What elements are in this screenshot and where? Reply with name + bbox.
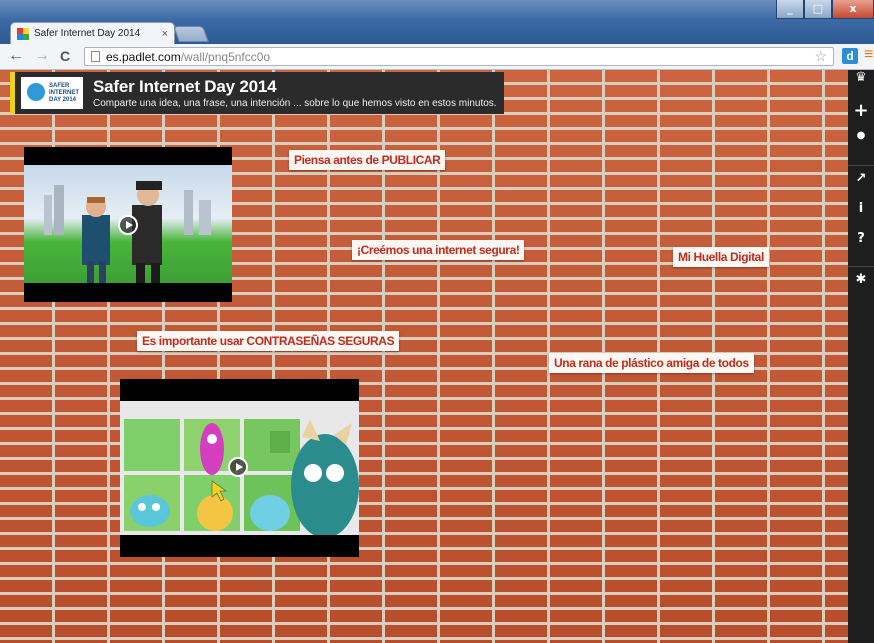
padlet-wall[interactable]: SAFER INTERNET DAY 2014 Safer Internet D… (0, 70, 874, 643)
new-tab-button[interactable] (173, 26, 209, 42)
thumb-logo-text: SAFER INTERNET DAY 2014 (49, 83, 79, 103)
plus-icon[interactable]: + (848, 100, 874, 130)
play-icon[interactable] (118, 215, 138, 235)
address-bar[interactable]: es.padlet.com/wall/pnq5nfcc0o ☆ (84, 47, 834, 66)
bookmark-star-icon[interactable]: ☆ (814, 48, 827, 65)
user-icon[interactable]: ● (848, 130, 874, 160)
browser-tab[interactable]: Safer Internet Day 2014 × (10, 22, 175, 44)
wall-note[interactable]: ¡Creémos una internet segura! (352, 240, 525, 260)
extension-d-icon[interactable]: d (842, 48, 858, 64)
url-host: es.padlet.com (106, 49, 181, 64)
tab-title: Safer Internet Day 2014 (34, 28, 141, 39)
sidebar-divider (848, 266, 874, 267)
info-icon[interactable]: i (848, 201, 874, 231)
wall-note[interactable]: Piensa antes de PUBLICAR (289, 150, 446, 170)
window-controls: _ □ x (776, 0, 874, 20)
window-titlebar: _ □ x Safer Internet Day 2014 × (0, 0, 874, 44)
wall-title: Safer Internet Day 2014 (93, 77, 277, 96)
padlet-sidebar: ♛ + ● ↗ i ? ✱ (848, 70, 874, 643)
back-icon[interactable]: ← (8, 47, 24, 65)
maximize-button[interactable]: □ (804, 0, 832, 19)
wall-thumbnail: SAFER INTERNET DAY 2014 (21, 77, 83, 109)
padlet-favicon-icon (17, 27, 29, 40)
minimize-button[interactable]: _ (776, 0, 804, 19)
play-icon[interactable] (228, 457, 248, 477)
browser-menu-icon[interactable]: ≡ (864, 46, 873, 64)
video-post[interactable] (24, 147, 232, 302)
globe-icon (27, 83, 45, 101)
video-thumbnail (120, 401, 359, 535)
page-icon (91, 51, 100, 62)
wall-header: SAFER INTERNET DAY 2014 Safer Internet D… (10, 72, 504, 114)
crown-icon[interactable]: ♛ (848, 70, 874, 100)
wall-note[interactable]: Mi Huella Digital (673, 247, 769, 267)
gear-icon[interactable]: ✱ (848, 272, 874, 302)
wall-note[interactable]: Es importante usar CONTRASEÑAS SEGURAS (137, 331, 400, 351)
close-window-button[interactable]: x (832, 0, 874, 19)
wall-description: Comparte una idea, una frase, una intenc… (93, 98, 497, 109)
url-path: /wall/pnq5nfcc0o (180, 49, 271, 64)
share-icon[interactable]: ↗ (848, 171, 874, 201)
reload-icon[interactable]: C (60, 47, 70, 65)
video-thumbnail (24, 165, 232, 283)
browser-toolbar: ← → C es.padlet.com/wall/pnq5nfcc0o ☆ (0, 44, 874, 70)
sidebar-divider (848, 165, 874, 166)
forward-icon[interactable]: → (34, 47, 50, 65)
wall-note[interactable]: Una rana de plástico amiga de todos (549, 353, 754, 373)
help-icon[interactable]: ? (848, 231, 874, 261)
tab-close-icon[interactable]: × (162, 28, 168, 40)
video-post[interactable] (120, 379, 359, 557)
